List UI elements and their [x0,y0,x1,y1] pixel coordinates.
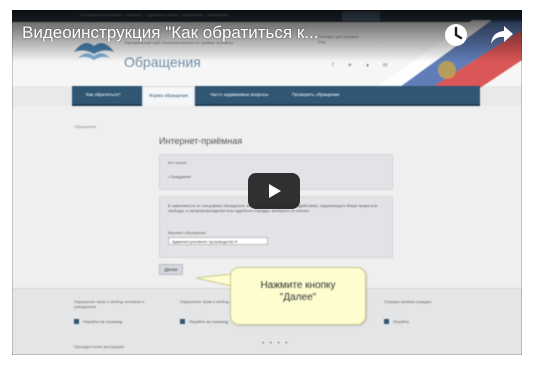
clock-icon[interactable] [444,23,468,47]
breadcrumb: Обращения [74,124,96,129]
callout-tail-icon [195,273,233,287]
footer-col-link: Перейти на страницу [74,319,123,324]
form-label-author: Кто пишет [168,160,187,165]
form-select-type: Административное производство ▾ [168,237,268,245]
footer-col-text: Нарушение прав и свобод человека и гражд… [74,299,145,309]
nav-tab-check: Проверить обращение [292,92,340,97]
form-title: Интернет-приёмная [159,136,243,146]
site-nav: Как обратиться? Форма обращения Часто за… [72,86,480,106]
form-label-type: Вариант обращения [168,230,206,235]
footer-col-link: Перейти [384,319,409,324]
footer-bottom-text: Президентская инструкция [74,344,125,349]
callout-text: Нажмите кнопку "Далее" [260,280,336,303]
carousel-dots: • • • • [262,341,290,347]
form-radio-citizen: • Гражданин [168,174,191,179]
nav-tab-form: Форма обращения [142,86,195,106]
social-icons: f ✦ ♦ ✉ [332,63,394,69]
play-icon[interactable] [248,173,300,209]
footer-col-link: Перейти на страницу [180,319,229,324]
instruction-callout: Нажмите кнопку "Далее" [230,267,366,325]
video-title[interactable]: Видеоинструкция "Как обратиться к... [22,23,442,43]
site-next-button: Далее [159,264,183,275]
nav-tab-faq: Часто задаваемые вопросы [210,92,269,97]
footer-col-text: Порядок приёма граждан [384,299,432,304]
video-player[interactable]: Президентский портал · Сервисы · Судебны… [12,10,522,355]
nav-tab-how-to: Как обратиться? [86,92,121,97]
share-arrow-icon[interactable] [491,25,513,45]
